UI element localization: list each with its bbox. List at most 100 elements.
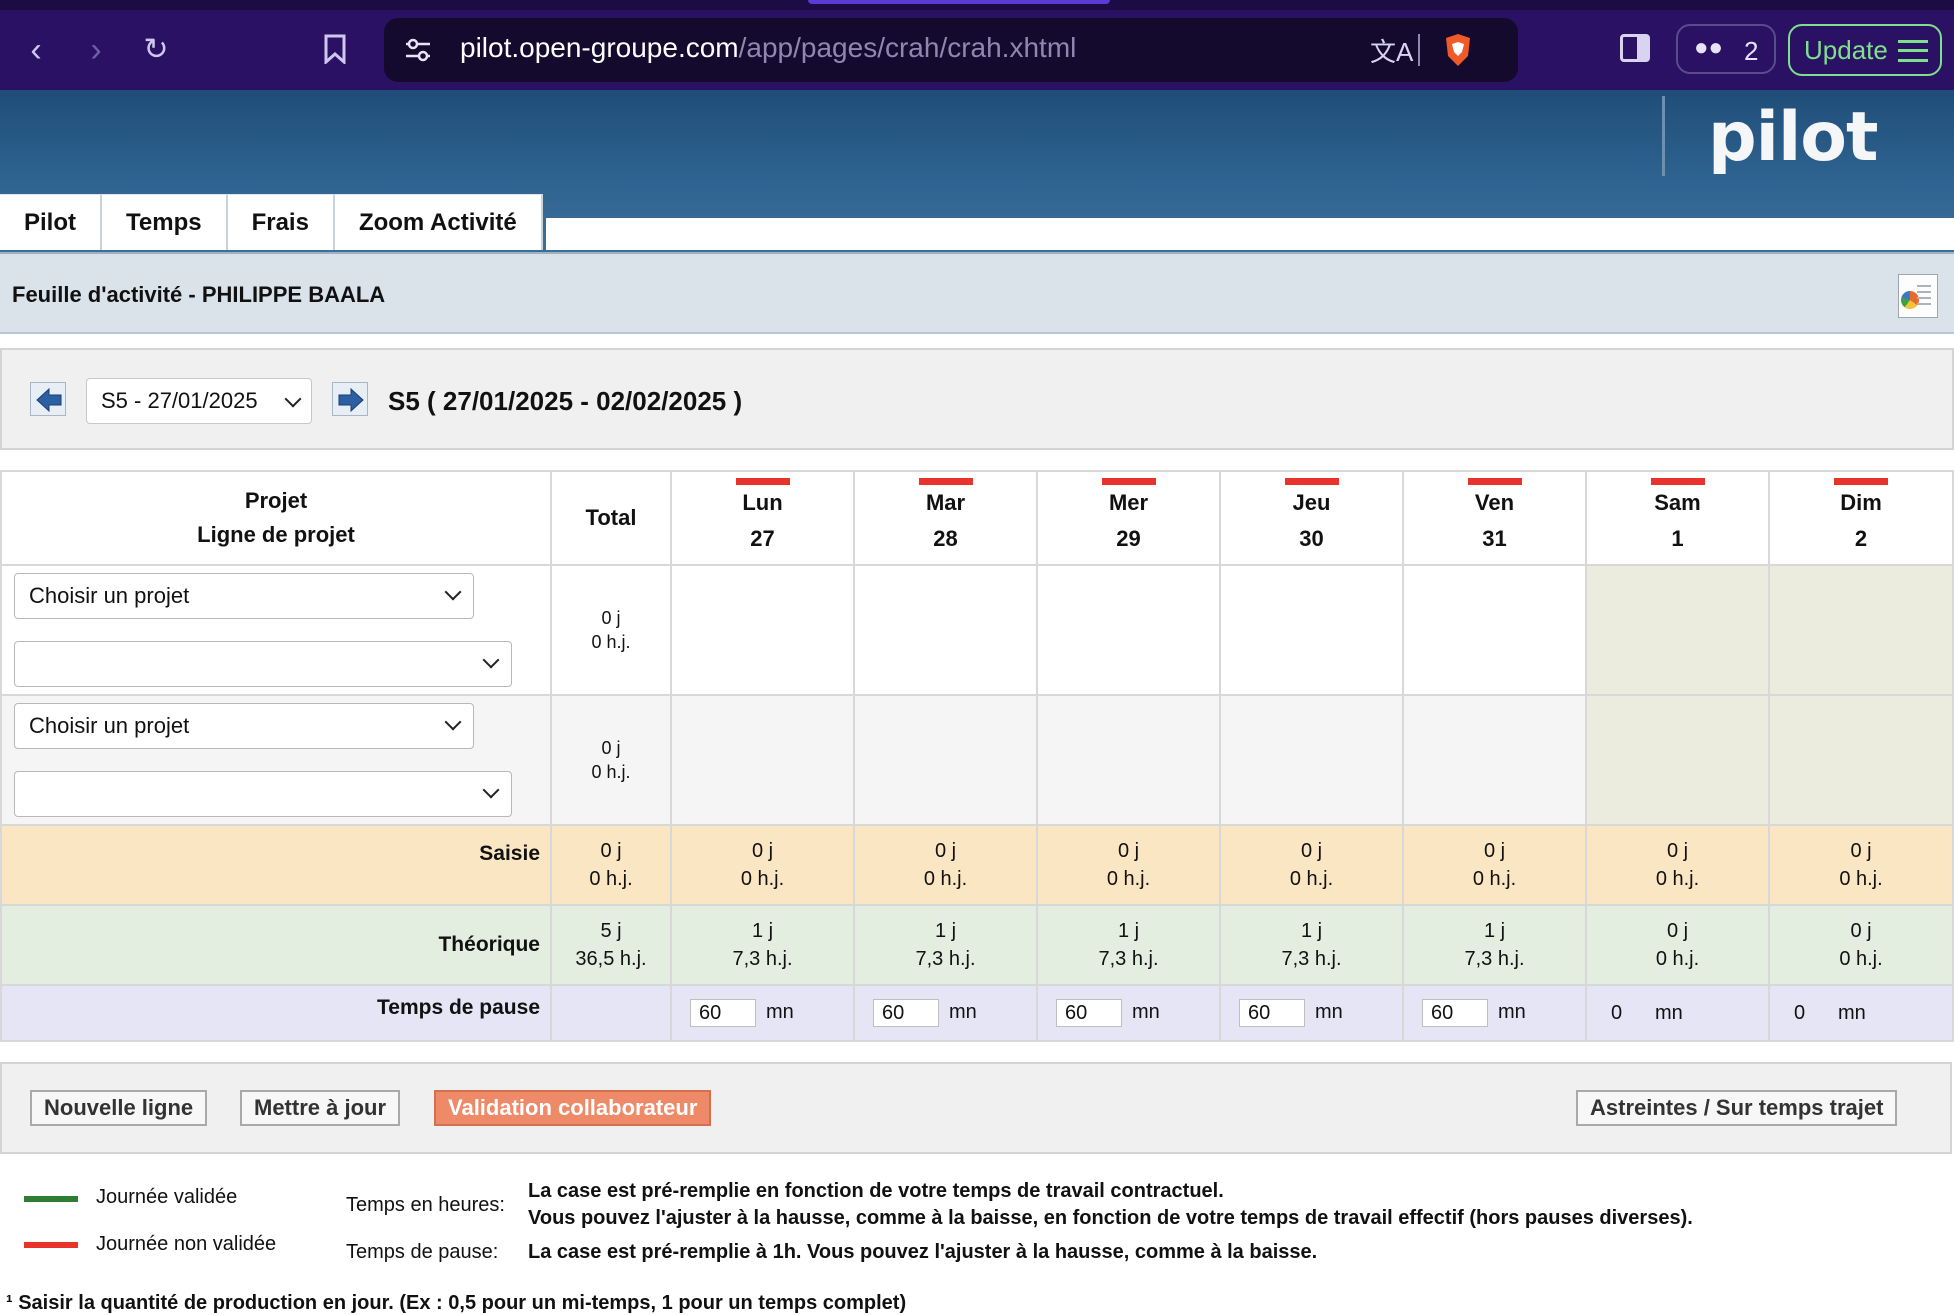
oncall-travel-button[interactable]: Astreintes / Sur temps trajet — [1576, 1090, 1898, 1126]
theorique-day: 1 j 7,3 h.j. — [1402, 904, 1587, 986]
theorique-total-days: 5 j — [600, 920, 622, 942]
tab-frais[interactable]: Frais — [227, 194, 335, 250]
day-number: 31 — [1482, 526, 1507, 551]
pause-total — [550, 984, 672, 1042]
update-label: Update — [1804, 35, 1888, 65]
pause-input[interactable]: 60 — [690, 999, 756, 1027]
day-entry-cell[interactable] — [1219, 694, 1404, 826]
project-select[interactable]: Choisir un projet — [14, 703, 474, 749]
day-name: Dim — [1840, 490, 1882, 515]
bookmark-icon[interactable] — [324, 34, 346, 66]
day-name: Mer — [1108, 490, 1149, 515]
pause-day: 0 mn — [1585, 984, 1770, 1042]
row-total-hours: 0 h.j. — [591, 632, 631, 652]
saisie-total: 0 j 0 h.j. — [550, 824, 672, 906]
saisie-day: 0 j 0 h.j. — [853, 824, 1038, 906]
project-select[interactable]: Choisir un projet — [14, 573, 474, 619]
day-entry-cell[interactable] — [670, 694, 855, 826]
site-settings-icon[interactable] — [402, 34, 434, 66]
arrow-right-icon — [338, 387, 364, 413]
weekend-entry-cell[interactable] — [1585, 564, 1770, 696]
weekend-entry-cell[interactable] — [1768, 564, 1954, 696]
day-header: Ven 31 — [1402, 470, 1587, 566]
reload-icon[interactable]: ↻ — [134, 28, 178, 72]
project-select-value: Choisir un projet — [29, 583, 190, 608]
day-header: Sam 1 — [1585, 470, 1770, 566]
tab-pilot[interactable]: Pilot — [0, 194, 102, 250]
pause-field: 0 mn — [1770, 1002, 1952, 1025]
saisie-days: 0 j — [751, 840, 774, 862]
brave-shields-icon[interactable] — [1442, 32, 1474, 68]
sidebar-toggle-icon[interactable] — [1620, 34, 1650, 62]
next-week-button[interactable] — [332, 382, 368, 416]
weekend-entry-cell[interactable] — [1768, 694, 1954, 826]
day-entry-cell[interactable] — [1402, 564, 1587, 696]
day-entry-cell[interactable] — [853, 694, 1038, 826]
project-line-select[interactable] — [14, 641, 512, 687]
glasses-icon: ●● — [1694, 34, 1723, 61]
day-entry-cell[interactable] — [1219, 564, 1404, 696]
pause-input[interactable]: 60 — [1056, 999, 1122, 1027]
day-entry-cell[interactable] — [1402, 694, 1587, 826]
saisie-hours: 0 h.j. — [1106, 868, 1151, 890]
update-button[interactable]: Update — [1788, 24, 1942, 76]
arrow-left-icon — [36, 387, 62, 413]
day-entry-cell[interactable] — [1036, 564, 1221, 696]
saisie-total-hours: 0 h.j. — [589, 868, 633, 890]
theorique-hours: 7,3 h.j. — [1464, 948, 1525, 970]
update-sheet-button[interactable]: Mettre à jour — [240, 1090, 401, 1126]
translate-icon[interactable]: 文A — [1370, 32, 1413, 69]
pause-input[interactable]: 60 — [1422, 999, 1488, 1027]
theorique-day: 0 j 0 h.j. — [1585, 904, 1770, 986]
pause-unit: mn — [1498, 1001, 1526, 1024]
saisie-label: Saisie — [0, 824, 552, 906]
pause-note-text: La case est pré-remplie à 1h. Vous pouve… — [528, 1241, 1318, 1263]
pause-day: 60 mn — [1402, 984, 1587, 1042]
theorique-day: 1 j 7,3 h.j. — [853, 904, 1038, 986]
saisie-days: 0 j — [1117, 840, 1140, 862]
private-window-count: 2 — [1744, 36, 1759, 66]
new-line-button[interactable]: Nouvelle ligne — [30, 1090, 208, 1126]
theorique-total: 5 j 36,5 h.j. — [550, 904, 672, 986]
week-select[interactable]: S5 - 27/01/2025 — [86, 378, 312, 424]
day-number: 27 — [750, 526, 775, 551]
theorique-hours: 7,3 h.j. — [1098, 948, 1159, 970]
tab-temps[interactable]: Temps — [102, 194, 228, 250]
pause-row: Temps de pause 60 mn 60 mn 60 mn 60 mn 60 mn … — [0, 984, 1954, 1042]
url-separator — [1418, 34, 1420, 66]
forward-icon[interactable]: › — [74, 28, 118, 72]
chevron-down-icon — [482, 781, 500, 799]
theorique-hours: 7,3 h.j. — [915, 948, 976, 970]
weekend-entry-cell[interactable] — [1585, 694, 1770, 826]
day-header: Dim 2 — [1768, 470, 1954, 566]
pause-day: 60 mn — [670, 984, 855, 1042]
project-row: Choisir un projet 0 j 0 h.j. — [0, 694, 1954, 826]
project-row: Choisir un projet 0 j 0 h.j. — [0, 564, 1954, 696]
validate-button[interactable]: Validation collaborateur — [434, 1090, 712, 1126]
row-total-days: 0 j — [601, 608, 621, 628]
menu-icon — [1898, 40, 1928, 62]
previous-week-button[interactable] — [30, 382, 66, 416]
app-header: pilot Pilot Temps Frais Zoom Activité — [0, 90, 1954, 254]
address-bar[interactable]: pilot.open-groupe.com/app/pages/crah/cra… — [384, 18, 1518, 82]
day-entry-cell[interactable] — [853, 564, 1038, 696]
theorique-days: 0 j — [1666, 920, 1689, 942]
saisie-days: 0 j — [934, 840, 957, 862]
saisie-hours: 0 h.j. — [1289, 868, 1334, 890]
report-export-icon[interactable] — [1898, 274, 1938, 318]
pause-input[interactable]: 60 — [1239, 999, 1305, 1027]
pause-input[interactable]: 60 — [873, 999, 939, 1027]
day-not-validated-marker — [1467, 478, 1522, 485]
grid-header-row: Projet Ligne de projet Total Lun 27 Mar 28… — [0, 470, 1954, 566]
day-entry-cell[interactable] — [670, 564, 855, 696]
project-selectors: Choisir un projet — [0, 564, 552, 696]
tab-zoom-activite[interactable]: Zoom Activité — [334, 194, 543, 250]
pilot-logo[interactable]: pilot — [1708, 98, 1879, 177]
private-window-button[interactable]: ●● 2 — [1676, 24, 1776, 74]
week-navigator: S5 - 27/01/2025 S5 ( 27/01/2025 - 02/02/… — [0, 348, 1954, 450]
theorique-days: 1 j — [1117, 920, 1140, 942]
day-entry-cell[interactable] — [1036, 694, 1221, 826]
day-number: 30 — [1299, 526, 1324, 551]
project-line-select[interactable] — [14, 771, 512, 817]
back-icon[interactable]: ‹ — [14, 28, 58, 72]
